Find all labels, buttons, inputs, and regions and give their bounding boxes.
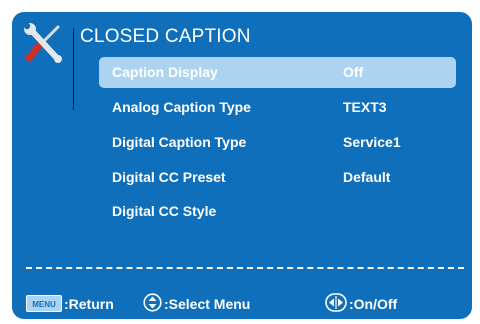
menu-item-analog-caption-type[interactable]: Analog Caption Type TEXT3 (99, 92, 456, 123)
footer-hints: MENU :Return :Select Menu :On/Off (12, 292, 472, 316)
menu-item-value: Off (343, 64, 364, 80)
menu-item-label: Digital Caption Type (112, 134, 247, 150)
left-right-arrows-icon (325, 293, 347, 312)
menu-item-digital-cc-style[interactable]: Digital CC Style (99, 196, 456, 227)
menu-item-caption-display[interactable]: Caption Display Off (99, 57, 456, 88)
menu-item-value: Default (343, 169, 391, 185)
up-down-arrows-icon (143, 293, 162, 312)
menu-item-digital-cc-preset[interactable]: Digital CC Preset Default (99, 162, 456, 193)
menu-item-label: Caption Display (112, 64, 218, 80)
osd-menu-panel: CLOSED CAPTION Caption Display Off Analo… (12, 12, 472, 319)
footer-divider (26, 267, 464, 269)
wrench-screwdriver-icon (23, 22, 62, 63)
menu-key-icon: MENU (26, 295, 62, 312)
menu-item-value: TEXT3 (343, 99, 387, 115)
menu-title: CLOSED CAPTION (80, 26, 251, 47)
on-off-hint: :On/Off (349, 296, 398, 312)
title-divider (73, 28, 74, 110)
menu-item-digital-caption-type[interactable]: Digital Caption Type Service1 (99, 127, 456, 158)
menu-item-label: Digital CC Style (112, 203, 217, 219)
menu-item-label: Analog Caption Type (112, 99, 251, 115)
select-menu-hint: :Select Menu (164, 296, 251, 312)
menu-item-label: Digital CC Preset (112, 169, 226, 185)
menu-item-value: Service1 (343, 134, 401, 150)
return-hint: :Return (64, 296, 114, 312)
